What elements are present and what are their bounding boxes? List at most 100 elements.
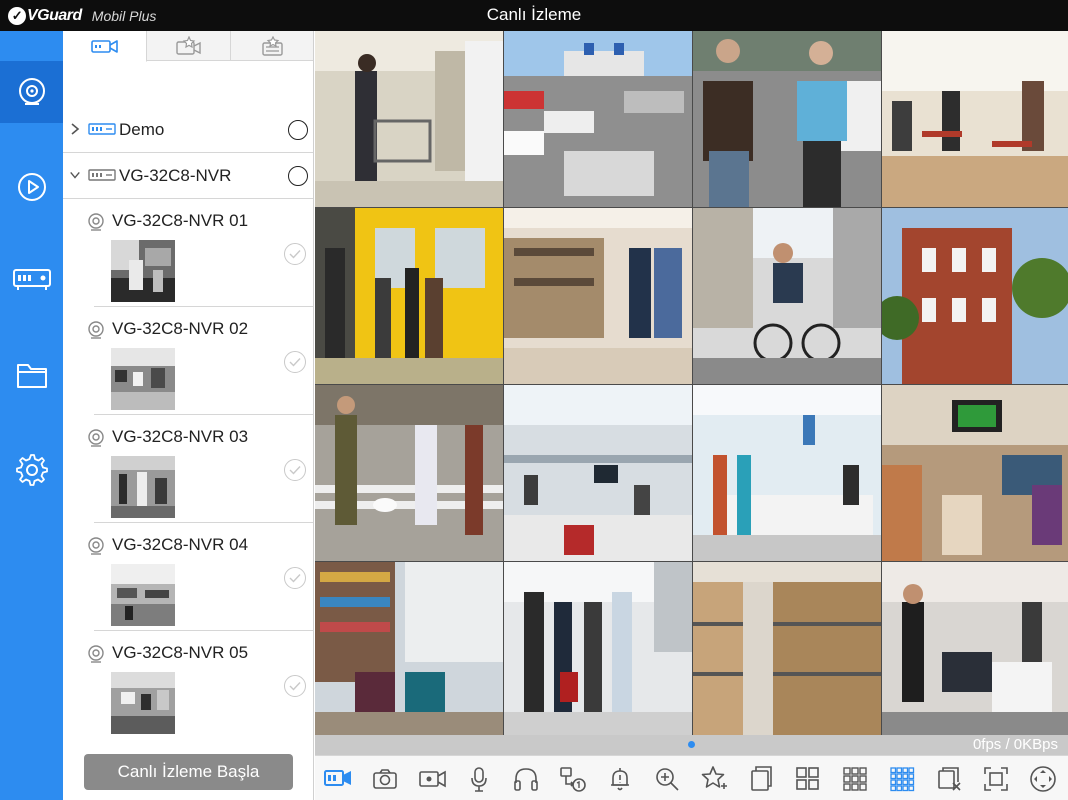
zoom-in-button[interactable]: [652, 764, 682, 794]
camera-icon: [88, 429, 104, 447]
microphone-button[interactable]: [464, 764, 494, 794]
group-select-radio[interactable]: [288, 120, 308, 140]
layout-9-button[interactable]: [840, 764, 870, 794]
live-view-icon: [324, 770, 351, 786]
camera-item[interactable]: VG-32C8-NVR 03: [63, 415, 313, 523]
chevron-right-icon[interactable]: [69, 121, 81, 137]
video-tile-shopping-cart-store[interactable]: [315, 31, 503, 207]
video-tile-open-office[interactable]: [504, 385, 692, 561]
video-feed: [315, 385, 503, 561]
page-indicator-dot[interactable]: [688, 741, 695, 748]
fullscreen-icon: [984, 767, 1008, 791]
video-tile-cafe-terrace[interactable]: [882, 31, 1068, 207]
camera-item[interactable]: VG-32C8-NVR 02: [63, 307, 313, 415]
video-tile-brick-building[interactable]: [882, 208, 1068, 384]
tab-favorite-groups[interactable]: [231, 31, 313, 61]
camera-thumbnail: [111, 348, 175, 410]
video-tile-call-center[interactable]: [882, 562, 1068, 738]
layout-16-button[interactable]: [887, 764, 917, 794]
add-favorite-icon: [701, 766, 727, 789]
multi-window-icon: [751, 766, 772, 791]
camera-name: VG-32C8-NVR 05: [112, 643, 249, 662]
rail-settings-button[interactable]: [0, 439, 63, 501]
layout-4-button[interactable]: [793, 764, 823, 794]
video-tile-parking-lot[interactable]: [504, 31, 692, 207]
dvr-device-icon: [88, 123, 116, 135]
fullscreen-button[interactable]: [981, 764, 1011, 794]
add-favorite-button[interactable]: [699, 764, 729, 794]
video-feed: [693, 562, 881, 738]
video-tile-lounge-tv[interactable]: [882, 385, 1068, 561]
camera-select-check[interactable]: [284, 675, 306, 697]
side-rail: [0, 31, 63, 800]
device-group-nvr[interactable]: VG-32C8-NVR: [63, 153, 313, 199]
camera-icon: [88, 321, 104, 339]
app-window: ✓ VGuard Mobil Plus Canlı İzleme Demo VG…: [0, 0, 1068, 800]
video-tile-reception-desk[interactable]: [693, 385, 881, 561]
device-list-icon: [90, 40, 118, 53]
video-tile-warehouse-shelves[interactable]: [693, 562, 881, 738]
nvr-device-icon: [88, 169, 116, 181]
multi-window-button[interactable]: [746, 764, 776, 794]
video-tile-cyclist-street[interactable]: [693, 208, 881, 384]
layout-9-icon: [843, 767, 867, 791]
stream-switch-button[interactable]: [558, 764, 588, 794]
alarm-bell-button[interactable]: [605, 764, 635, 794]
video-tile-airport-travelers[interactable]: [504, 562, 692, 738]
camera-name: VG-32C8-NVR 01: [112, 211, 249, 230]
close-all-icon: [938, 767, 961, 791]
start-live-view-button[interactable]: Canlı İzleme Başla: [84, 754, 293, 790]
camera-item[interactable]: VG-32C8-NVR 04: [63, 523, 313, 631]
video-tile-clothing-store[interactable]: [504, 208, 692, 384]
camera-icon: [88, 213, 104, 231]
camera-name: VG-32C8-NVR 02: [112, 319, 249, 338]
video-feed: [882, 208, 1068, 384]
panel-tabs: [63, 31, 313, 62]
device-panel: Demo VG-32C8-NVR VG-32C8-NVR 01 VG-32C8-…: [63, 31, 314, 800]
live-view-button[interactable]: [323, 764, 353, 794]
video-tile-bookshop-cafe[interactable]: [315, 562, 503, 738]
tab-favorites[interactable]: [147, 31, 231, 61]
video-feed: [315, 208, 503, 384]
record-button[interactable]: [417, 764, 447, 794]
rail-live-view-button[interactable]: [0, 61, 63, 123]
stream-status-bar: 0fps / 0KBps: [315, 735, 1068, 755]
snapshot-camera-icon: [373, 769, 397, 789]
camera-select-check[interactable]: [284, 567, 306, 589]
rail-files-button[interactable]: [0, 344, 63, 406]
camera-select-check[interactable]: [284, 459, 306, 481]
video-feed: [693, 31, 881, 207]
video-feed: [693, 208, 881, 384]
camera-select-check[interactable]: [284, 243, 306, 265]
camera-item[interactable]: VG-32C8-NVR 01: [63, 199, 313, 307]
device-group-demo[interactable]: Demo: [63, 107, 313, 153]
chevron-down-icon[interactable]: [69, 167, 81, 183]
zoom-in-icon: [656, 768, 679, 791]
camera-thumbnail: [111, 672, 175, 734]
rail-playback-button[interactable]: [0, 156, 63, 218]
camera-name: VG-32C8-NVR 03: [112, 427, 249, 446]
record-icon: [419, 770, 446, 788]
top-bar: ✓ VGuard Mobil Plus Canlı İzleme: [0, 0, 1068, 31]
ptz-control-button[interactable]: [1028, 764, 1058, 794]
alarm-bell-icon: [611, 768, 629, 791]
favorite-groups-icon: [261, 36, 283, 56]
video-tile-city-crosswalk[interactable]: [315, 385, 503, 561]
fps-readout: 0fps / 0KBps: [972, 736, 1058, 753]
video-tile-students-walking[interactable]: [693, 31, 881, 207]
video-tile-subway-platform[interactable]: [315, 208, 503, 384]
close-all-button[interactable]: [934, 764, 964, 794]
camera-select-check[interactable]: [284, 351, 306, 373]
video-feed: [693, 385, 881, 561]
layout-16-icon: [890, 767, 915, 792]
video-feed: [315, 562, 503, 738]
tab-device-list[interactable]: [63, 31, 147, 62]
camera-thumbnail: [111, 240, 175, 302]
headphones-button[interactable]: [511, 764, 541, 794]
camera-item[interactable]: VG-32C8-NVR 05: [63, 631, 313, 739]
rail-device-manager-button[interactable]: [0, 249, 63, 311]
bottom-toolbar: [315, 755, 1068, 800]
settings-gear-icon: [15, 454, 48, 486]
snapshot-camera-button[interactable]: [370, 764, 400, 794]
group-select-radio[interactable]: [288, 166, 308, 186]
